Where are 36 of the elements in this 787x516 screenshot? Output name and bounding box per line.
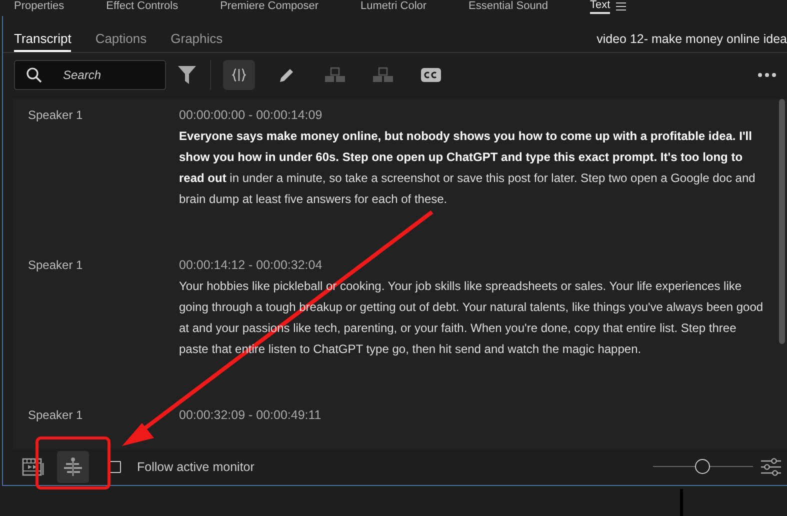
transcript-text: Everyone says make money online, but nobody shows you how to come up with a profitable idea. I'll show you how in under 60s. Step one open up ChatGPT and type this exact prompt. It's too long to read out in under a minute, so take a screenshot or save this post for later. Step two open a Google doc and brain dump at least five answers for each of these. [179, 128, 756, 208]
zoom-slider[interactable] [653, 458, 753, 476]
checkbox-label: Follow active monitor [137, 460, 254, 474]
transcript-tab[interactable]: Captions [95, 31, 147, 52]
transcript-tab[interactable]: Transcript [14, 31, 72, 52]
panel-tab[interactable]: Effect Controls [106, 0, 178, 13]
panel-tab[interactable]: Essential Sound [468, 0, 548, 13]
filter-icon[interactable] [178, 65, 196, 85]
settings-sliders-icon[interactable] [761, 457, 781, 477]
blocks-icon [324, 67, 346, 83]
timecode: 00:00:00:00 - 00:00:14:09 [179, 108, 324, 122]
scrollbar[interactable] [779, 99, 785, 344]
panel-tab[interactable]: Lumetri Color [360, 0, 427, 13]
sequence-name: video 12- make money online idea [596, 32, 787, 48]
transcript-tab[interactable]: Graphics [170, 31, 223, 52]
panel-tab[interactable]: Premiere Composer [220, 0, 319, 13]
align-icon [62, 457, 84, 477]
timecode: 00:00:14:12 - 00:00:32:04 [179, 258, 324, 272]
panel-tab[interactable]: Text [590, 0, 610, 14]
sync-button[interactable] [57, 451, 89, 483]
timecode: 00:00:32:09 - 00:00:49:11 [179, 408, 322, 422]
menu-icon[interactable] [616, 2, 626, 10]
film-icon [22, 457, 44, 477]
pencil-icon [278, 66, 296, 84]
split-button[interactable] [223, 60, 255, 90]
search-icon [26, 67, 42, 83]
follow-monitor-checkbox[interactable] [109, 461, 121, 473]
speaker-label: Speaker 1 [27, 108, 84, 124]
blocks-icon [372, 67, 394, 83]
panel-tab[interactable]: Properties [14, 0, 64, 13]
speaker-label: Speaker 1 [27, 408, 84, 424]
cc-icon [421, 68, 441, 82]
split-icon [232, 68, 246, 82]
speaker-label: Speaker 1 [27, 258, 84, 274]
more-options-icon[interactable] [758, 73, 776, 77]
search-field[interactable]: Search [14, 60, 166, 90]
